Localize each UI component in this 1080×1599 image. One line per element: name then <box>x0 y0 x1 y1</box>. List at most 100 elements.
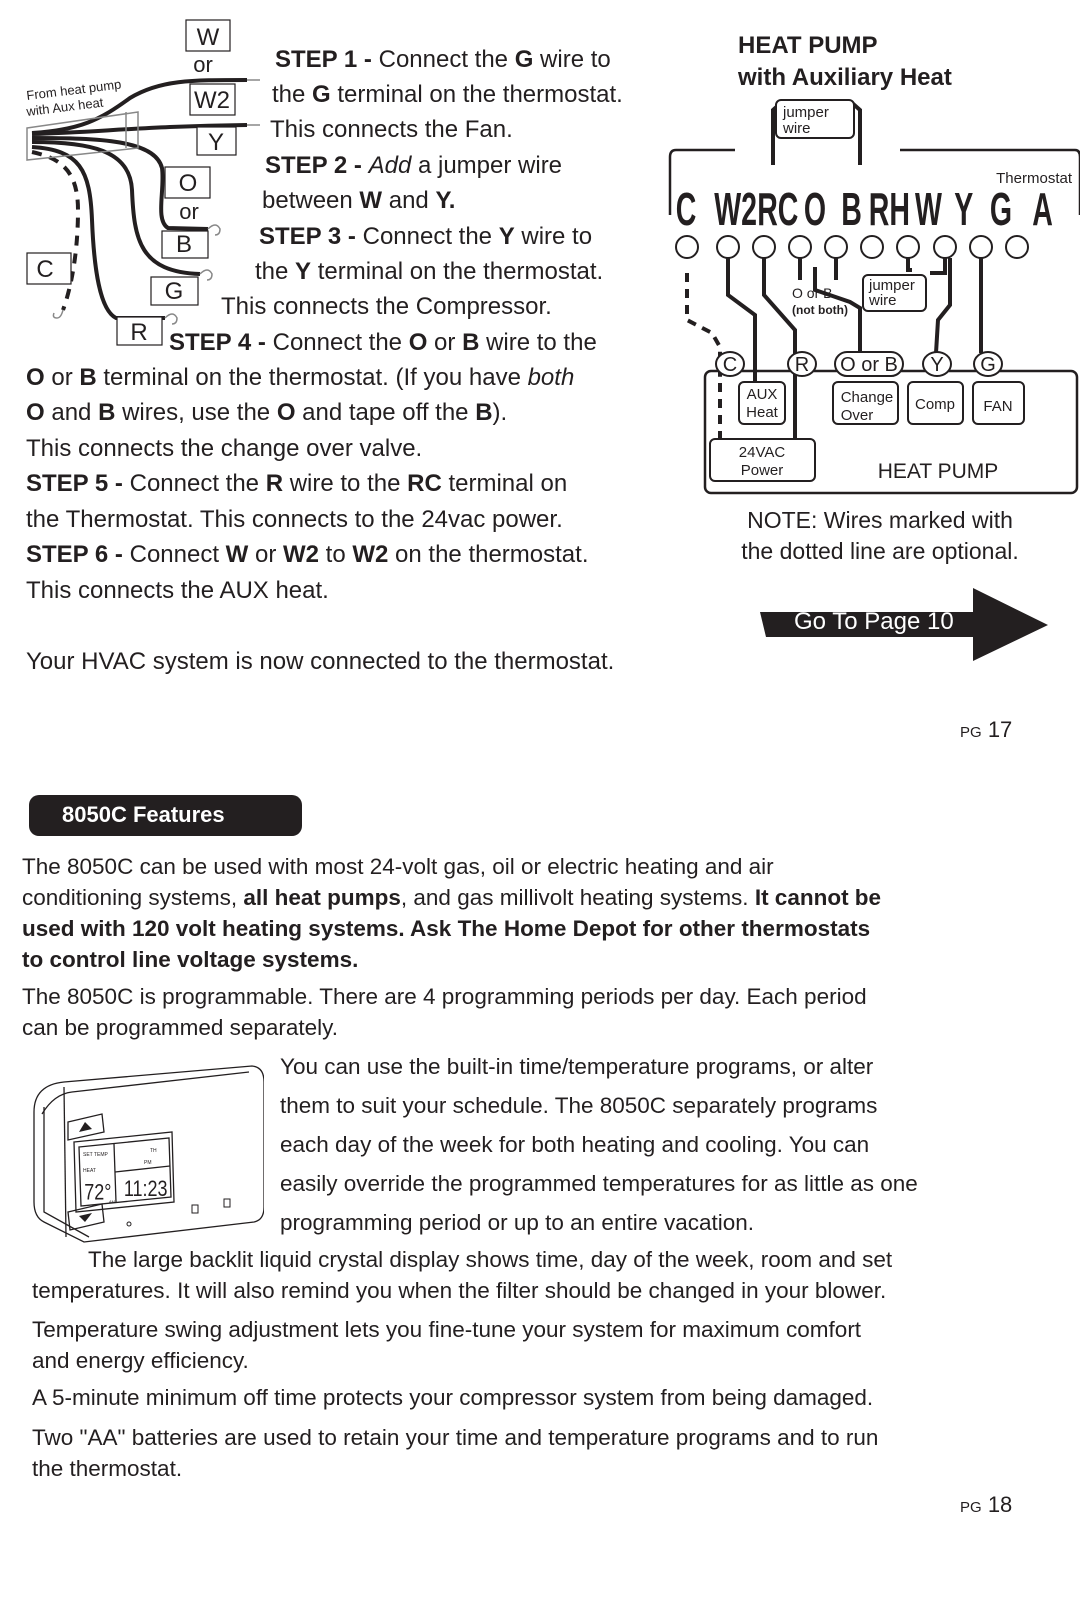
p2-line-2: can be programmed separately. <box>22 1015 338 1040</box>
label-o: O <box>179 170 198 197</box>
step-1-line-3: This connects the Fan. <box>270 116 513 143</box>
y-jumper <box>930 258 947 275</box>
p3-line-4: easily override the programmed temperatu… <box>280 1171 918 1196</box>
step-6-line-1: STEP 6 - Connect W or W2 to W2 on the th… <box>26 541 589 568</box>
lcd-set-temp: SET TEMP <box>83 1152 108 1158</box>
terminal-screw-w2 <box>716 235 740 259</box>
conclusion-text: Your HVAC system is now connected to the… <box>26 648 615 675</box>
change-over-label-2: Over <box>841 407 874 424</box>
r-wire <box>31 145 165 320</box>
features-paragraph-5: Temperature swing adjustment lets you fi… <box>32 1314 861 1376</box>
hp-terminal-o-or-b: O or B <box>840 354 898 376</box>
p3-line-3: each day of the week for both heating an… <box>280 1132 870 1157</box>
step-1-line-1: STEP 1 - Connect the G wire to <box>275 46 611 73</box>
page-number-17: PG 17 <box>960 717 1013 742</box>
terminal-screw-b <box>824 235 848 259</box>
comp-label: Comp <box>915 396 955 413</box>
step-3-line-3: This connects the Compressor. <box>221 293 552 320</box>
terminal-screw-rh <box>860 235 884 259</box>
hp-terminal-c: C <box>723 354 737 376</box>
label-w2: W2 <box>194 87 230 114</box>
step-3-line-1: STEP 3 - Connect the Y wire to <box>259 223 593 250</box>
change-over-label-1: Change <box>841 389 894 406</box>
label-or-1: or <box>193 52 213 77</box>
terminal-screw-o <box>788 235 812 259</box>
go-to-page-button[interactable]: Go To Page 10 <box>760 588 1050 662</box>
label-w: W <box>197 24 220 51</box>
wire-sheath <box>26 111 139 161</box>
step-2-line-1: STEP 2 - Add a jumper wire <box>265 152 563 179</box>
rc-wire <box>762 258 797 357</box>
step-5-line-2: the Thermostat. This connects to the 24v… <box>26 506 563 533</box>
page-number-18: PG 18 <box>960 1492 1013 1517</box>
lcd-pm: PM <box>144 1160 152 1166</box>
step-4-line-4: This connects the change over valve. <box>26 435 423 462</box>
aux-heat-label-2: Heat <box>746 404 779 421</box>
step-2-line-2: between W and Y. <box>262 187 456 214</box>
mid-jumper-label-2: wire <box>868 292 897 309</box>
terminal-screw-g <box>969 235 993 259</box>
terminal-screw-rc <box>752 235 776 259</box>
aux-heat-label-1: AUX <box>747 386 778 403</box>
c-wire <box>31 150 81 311</box>
note-line-1: NOTE: Wires marked with <box>747 507 1013 533</box>
terminal-screw-a <box>1005 235 1029 259</box>
terminal-c: C <box>676 184 697 236</box>
go-to-page-label: Go To Page 10 <box>794 608 954 635</box>
lcd-heat: HEAT <box>83 1168 96 1174</box>
terminal-a: A <box>1032 184 1053 236</box>
heat-pump-title: HEAT PUMP <box>738 32 878 59</box>
p3-line-5: programming period or up to an entire va… <box>280 1210 755 1235</box>
note-line-2: the dotted line are optional. <box>741 538 1019 564</box>
features-paragraph-6: A 5-minute minimum off time protects you… <box>32 1385 874 1410</box>
fan-label: FAN <box>983 398 1012 415</box>
step-4-line-1: STEP 4 - Connect the O or B wire to the <box>169 329 597 356</box>
terminal-y: Y <box>954 184 973 236</box>
p3-line-2: them to suit your schedule. The 8050C se… <box>280 1093 878 1118</box>
p3-line-1: You can use the built-in time/temperatur… <box>280 1054 874 1079</box>
label-r: R <box>130 319 147 346</box>
hp-terminal-y: Y <box>930 354 943 376</box>
step-3-line-2: the Y terminal on the thermostat. <box>255 258 604 285</box>
step-4-line-2: O or B terminal on the thermostat. (If y… <box>26 364 575 391</box>
lcd-temperature: 72° <box>84 1181 111 1205</box>
section-header-features: 8050C Features <box>29 795 302 836</box>
p7-line-2: the thermostat. <box>32 1456 183 1481</box>
section-title: 8050C Features <box>62 802 225 827</box>
p4-line-1: The large backlit liquid crystal display… <box>88 1247 893 1272</box>
terminal-w: W <box>915 184 943 236</box>
features-paragraph-7: Two "AA" batteries are used to retain yo… <box>32 1422 878 1484</box>
hp-terminal-g: G <box>980 354 996 376</box>
step-1-line-2: the G terminal on the thermostat. <box>272 81 623 108</box>
p2-line-1: The 8050C is programmable. There are 4 p… <box>22 984 867 1009</box>
step-4-line-3: O and B wires, use the O and tape off th… <box>26 399 508 426</box>
terminal-screw-w <box>896 235 920 259</box>
step-6-line-2: This connects the AUX heat. <box>26 577 329 604</box>
heat-pump-subtitle: with Auxiliary Heat <box>738 64 952 91</box>
p4-line-2: temperatures. It will also remind you wh… <box>32 1278 887 1303</box>
thermostat-illustration: SET TEMP HEAT TH PM AM 72° 11:23 <box>33 1065 264 1243</box>
terminal-g: G <box>990 184 1012 236</box>
terminal-screw-y <box>933 235 957 259</box>
label-g: G <box>165 278 184 305</box>
terminal-rc: RC <box>757 184 798 236</box>
top-jumper-label-1: jumper <box>782 104 829 121</box>
features-paragraph-2: The 8050C is programmable. There are 4 p… <box>22 981 867 1043</box>
p5-line-2: and energy efficiency. <box>32 1348 249 1373</box>
o-or-b-label: O or B <box>792 285 832 301</box>
top-jumper-label-2: wire <box>782 120 811 137</box>
terminal-o: O <box>804 184 826 236</box>
features-paragraph-4: The large backlit liquid crystal display… <box>32 1244 892 1306</box>
terminal-b: B <box>841 184 862 236</box>
label-or-2: or <box>179 199 199 224</box>
features-paragraph-3: You can use the built-in time/temperatur… <box>280 1047 918 1242</box>
not-both-label: (not both) <box>792 303 848 317</box>
p5-line-1: Temperature swing adjustment lets you fi… <box>32 1317 862 1342</box>
terminal-screw-c <box>675 235 699 259</box>
label-y: Y <box>208 129 224 156</box>
p7-line-1: Two "AA" batteries are used to retain yo… <box>32 1425 879 1450</box>
step-5-line-1: STEP 5 - Connect the R wire to the RC te… <box>26 470 568 497</box>
c-wire-optional <box>685 273 722 383</box>
terminal-rh: RH <box>869 184 910 236</box>
terminal-w2: W2 <box>714 184 757 236</box>
